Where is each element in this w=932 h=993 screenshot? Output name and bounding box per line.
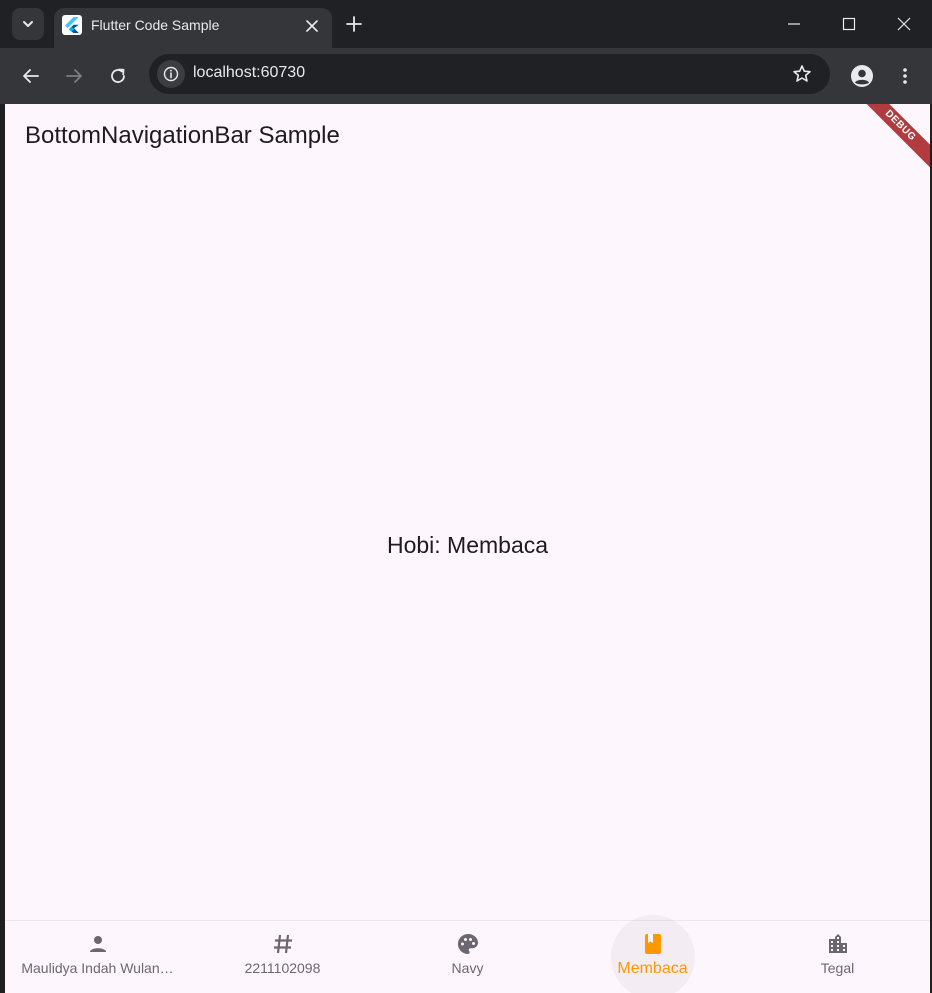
nav-item-hobby[interactable]: Membaca [560, 915, 745, 993]
close-icon [897, 17, 911, 31]
info-icon [163, 66, 179, 82]
reload-button[interactable] [102, 60, 134, 92]
close-icon [306, 20, 318, 32]
nav-item-label: 2211102098 [244, 960, 321, 976]
tab-title: Flutter Code Sample [91, 17, 220, 33]
minimize-icon [788, 23, 800, 25]
reload-icon [111, 68, 125, 83]
browser-window: Flutter Code Sample localhost:60730 Bott… [0, 0, 932, 993]
address-bar[interactable]: localhost:60730 [149, 54, 830, 94]
nav-item-color[interactable]: Navy [375, 921, 560, 993]
account-circle-icon [851, 65, 873, 87]
tab-search-button[interactable] [12, 8, 44, 40]
forward-button[interactable] [58, 60, 90, 92]
selected-content-text: Hobi: Membaca [386, 532, 549, 558]
browser-toolbar: localhost:60730 [0, 48, 932, 104]
minimize-button[interactable] [774, 8, 814, 40]
url-text[interactable]: localhost:60730 [193, 64, 305, 82]
nav-item-city[interactable]: Tegal [745, 921, 930, 993]
window-close-button[interactable] [884, 8, 924, 40]
new-tab-button[interactable] [340, 10, 368, 38]
more-vert-icon [903, 68, 907, 84]
maximize-icon [842, 17, 856, 31]
nav-item-label: Maulidya Indah Wulan… [21, 960, 174, 976]
nav-item-name[interactable]: Maulidya Indah Wulan… [5, 921, 190, 993]
app-page: BottomNavigationBar Sample DEBUG Hobi: M… [5, 104, 930, 993]
tab-strip: Flutter Code Sample [0, 0, 932, 48]
site-info-button[interactable] [157, 60, 185, 88]
tag-icon [270, 931, 296, 957]
palette-icon [455, 931, 481, 957]
appbar-title: BottomNavigationBar Sample [25, 122, 340, 149]
arrow-left-icon [23, 69, 39, 83]
location-city-icon [825, 931, 851, 957]
nav-item-nim[interactable]: 2211102098 [190, 921, 375, 993]
maximize-button[interactable] [829, 8, 869, 40]
plus-icon [346, 16, 362, 32]
nav-item-label: Membaca [617, 960, 688, 977]
back-button[interactable] [15, 60, 47, 92]
bottom-navigation-bar: Maulidya Indah Wulan… 2211102098 Navy Me… [5, 915, 930, 993]
profile-button[interactable] [846, 60, 878, 92]
debug-banner: DEBUG [851, 104, 930, 175]
browser-tab[interactable]: Flutter Code Sample [54, 8, 332, 48]
tab-close-button[interactable] [302, 16, 322, 36]
nav-item-label: Navy [451, 960, 484, 976]
book-icon [640, 931, 666, 957]
chevron-down-icon [23, 21, 33, 27]
nav-item-label: Tegal [820, 960, 855, 976]
person-icon [85, 931, 111, 957]
flutter-logo-icon [62, 15, 82, 35]
menu-button[interactable] [889, 60, 921, 92]
arrow-right-icon [66, 69, 82, 83]
bookmark-button[interactable] [790, 62, 814, 86]
star-icon [793, 65, 811, 82]
